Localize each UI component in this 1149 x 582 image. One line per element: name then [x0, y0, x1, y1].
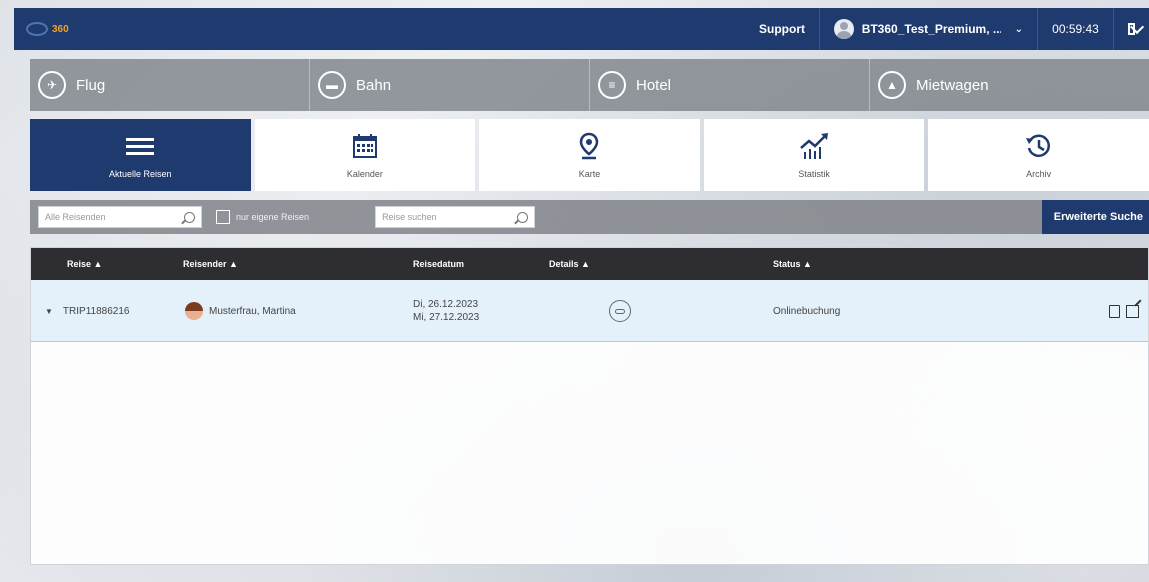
tile-label: Kalender: [346, 169, 383, 179]
table-header: Reise ▲ Reisender ▲ Reisedatum Details ▲…: [31, 248, 1148, 280]
own-trips-checkbox[interactable]: [216, 210, 230, 224]
user-menu[interactable]: BT360_Test_Premium, ... ⌄: [819, 8, 1037, 50]
col-header-reise[interactable]: Reise ▲: [67, 248, 102, 280]
tab-bahn[interactable]: ▬ Bahn: [310, 59, 590, 111]
tab-hotel[interactable]: ≡ Hotel: [590, 59, 870, 111]
support-link[interactable]: Support: [745, 8, 819, 50]
tile-label: Karte: [578, 169, 601, 179]
menu-icon: [126, 131, 155, 161]
tab-flug-label: Flug: [76, 76, 106, 94]
logo-ring-icon: [26, 22, 48, 36]
user-avatar-icon: [834, 19, 854, 39]
tab-hotel-label: Hotel: [636, 76, 672, 94]
calendar-icon: [352, 131, 378, 161]
own-trips-label: nur eigene Reisen: [236, 212, 310, 222]
traveler-filter-input[interactable]: Alle Reisenden: [38, 206, 202, 228]
view-tiles: Aktuelle Reisen Kalender Karte Statistik…: [30, 119, 1149, 191]
top-header: 360 Support BT360_Test_Premium, ... ⌄ 00…: [14, 8, 1149, 50]
plane-icon: ✈: [38, 71, 66, 99]
train-icon: ▬: [318, 71, 346, 99]
col-header-details[interactable]: Details ▲: [549, 248, 590, 280]
tab-mietwagen-label: Mietwagen: [916, 76, 989, 94]
user-name: BT360_Test_Premium, ...: [861, 22, 1001, 36]
hotel-icon: ≡: [598, 71, 626, 99]
tile-label: Statistik: [798, 169, 830, 179]
chart-icon: [799, 131, 829, 161]
tab-flug[interactable]: ✈ Flug: [30, 59, 310, 111]
tile-kalender[interactable]: Kalender: [254, 119, 476, 191]
search-icon: [184, 211, 195, 223]
trip-date-end: Mi, 27.12.2023: [413, 312, 480, 323]
app-logo[interactable]: 360: [26, 14, 116, 44]
tile-archiv[interactable]: Archiv: [928, 119, 1149, 191]
trip-search-placeholder: Reise suchen: [382, 212, 437, 222]
traveler-filter-placeholder: Alle Reisenden: [45, 212, 106, 222]
traveler-avatar: [185, 302, 203, 320]
trip-status: Onlinebuchung: [773, 305, 841, 317]
trips-table: Reise ▲ Reisender ▲ Reisedatum Details ▲…: [30, 247, 1149, 565]
map-pin-icon: [578, 131, 600, 161]
logo-text: 360: [52, 23, 69, 35]
trip-id: TRIP11886216: [62, 305, 130, 317]
tab-bahn-label: Bahn: [356, 76, 392, 94]
tile-label: Aktuelle Reisen: [109, 169, 172, 179]
tile-statistik[interactable]: Statistik: [703, 119, 925, 191]
expand-row-icon[interactable]: ▼: [45, 307, 53, 316]
trip-date-start: Di, 26.12.2023: [413, 299, 479, 310]
advanced-search-button[interactable]: Erweiterte Suche: [1041, 200, 1149, 234]
booking-mode-tabs: ✈ Flug ▬ Bahn ≡ Hotel ▲ Mietwagen: [30, 59, 1149, 111]
tile-aktuelle-reisen[interactable]: Aktuelle Reisen: [30, 119, 251, 191]
trip-search-input[interactable]: Reise suchen: [375, 206, 536, 228]
traveler-name: Musterfrau, Martina: [209, 305, 296, 317]
tile-karte[interactable]: Karte: [479, 119, 700, 191]
car-icon: ▲: [878, 71, 906, 99]
mail-button[interactable]: [1113, 8, 1149, 50]
filter-bar: Alle Reisenden nur eigene Reisen Reise s…: [30, 200, 1149, 234]
col-header-reisedatum[interactable]: Reisedatum: [413, 248, 464, 280]
history-icon: [1025, 131, 1053, 161]
col-header-reisender[interactable]: Reisender ▲: [183, 248, 238, 280]
search-icon: [517, 211, 529, 223]
train-detail-icon[interactable]: [609, 300, 631, 322]
document-icon[interactable]: [1109, 304, 1120, 318]
tab-mietwagen[interactable]: ▲ Mietwagen: [870, 59, 1149, 111]
col-header-status[interactable]: Status ▲: [773, 248, 812, 280]
mail-icon: [1128, 23, 1135, 35]
edit-icon[interactable]: [1126, 304, 1139, 318]
session-timer: 00:59:43: [1037, 8, 1113, 50]
table-row[interactable]: ▼ TRIP11886216 Musterfrau, Martina Di, 2…: [31, 280, 1148, 342]
tile-label: Archiv: [1026, 169, 1052, 179]
chevron-down-icon: ⌄: [1014, 23, 1023, 35]
